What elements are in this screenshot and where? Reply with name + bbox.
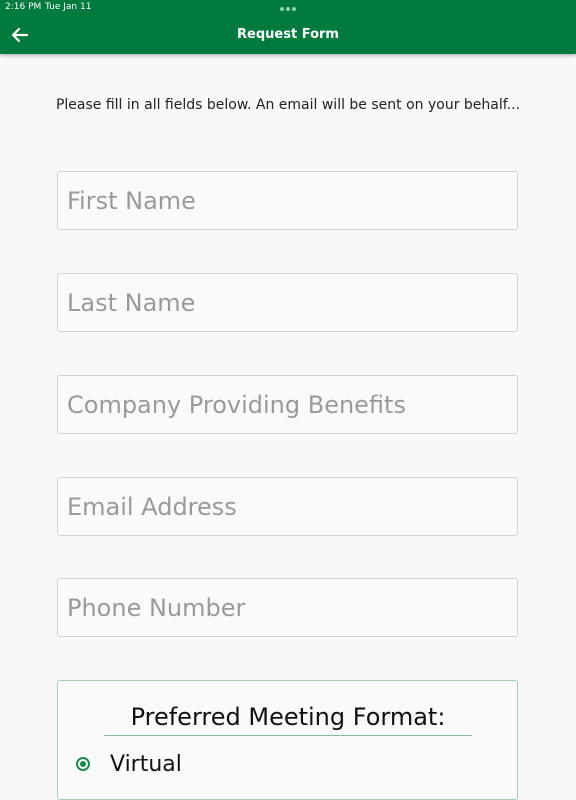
multitasking-dots-icon[interactable] (280, 7, 296, 11)
page-title: Request Form (237, 27, 339, 42)
status-time: 2:16 PM (5, 2, 42, 12)
radio-selected-icon[interactable] (76, 757, 90, 771)
radio-option-virtual[interactable]: Virtual (76, 749, 182, 779)
phone-input[interactable] (58, 579, 517, 636)
company-field[interactable] (57, 375, 518, 434)
meeting-format-title: Preferred Meeting Format: (104, 703, 472, 736)
phone-field[interactable] (57, 578, 518, 637)
status-date: Tue Jan 11 (45, 2, 92, 12)
company-input[interactable] (58, 376, 517, 433)
app-bar: 2:16 PM Tue Jan 11 Request Form (0, 0, 576, 54)
radio-label-virtual: Virtual (110, 751, 182, 777)
first-name-field[interactable] (57, 171, 518, 230)
last-name-input[interactable] (58, 274, 517, 331)
email-input[interactable] (58, 478, 517, 535)
first-name-input[interactable] (58, 172, 517, 229)
email-field[interactable] (57, 477, 518, 536)
form-instructions: Please fill in all fields below. An emai… (55, 97, 521, 113)
last-name-field[interactable] (57, 273, 518, 332)
meeting-format-group: Preferred Meeting Format: Virtual (57, 680, 518, 800)
